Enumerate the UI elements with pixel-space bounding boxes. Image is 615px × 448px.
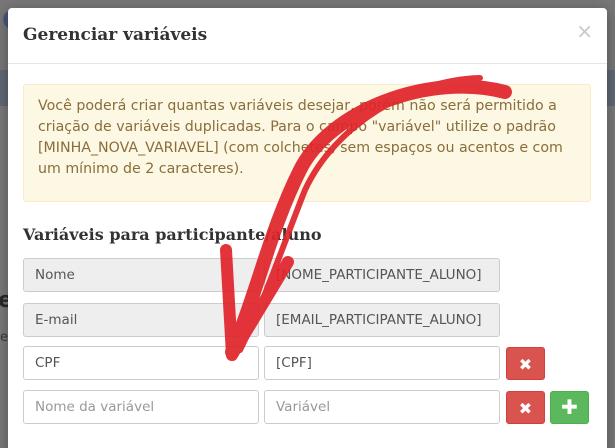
clear-new-variable-button[interactable]: ✖ — [506, 391, 545, 424]
info-alert: Você poderá criar quantas variáveis dese… — [23, 84, 591, 202]
section-title: Variáveis para participante/aluno — [23, 225, 322, 244]
modal-header: Gerenciar variáveis × — [8, 8, 607, 64]
new-variable-name-input[interactable]: Nome da variável — [23, 390, 259, 424]
close-icon[interactable]: × — [576, 19, 593, 43]
delete-icon: ✖ — [518, 399, 533, 418]
variable-row-nome: Nome [NOME_PARTICIPANTE_ALUNO] — [23, 258, 603, 292]
variable-name-field: E-mail — [23, 303, 259, 337]
variable-name-field: Nome — [23, 258, 259, 292]
delete-icon: ✖ — [518, 355, 533, 374]
delete-variable-button[interactable]: ✖ — [506, 347, 545, 380]
plus-icon: ✚ — [561, 395, 578, 419]
alert-text: Você poderá criar quantas variáveis dese… — [38, 98, 563, 177]
add-variable-button[interactable]: ✚ — [550, 391, 589, 424]
variable-row-cpf: CPF [CPF] ✖ — [23, 346, 603, 380]
variable-value-field: [NOME_PARTICIPANTE_ALUNO] — [264, 258, 500, 292]
variable-value-field: [EMAIL_PARTICIPANTE_ALUNO] — [264, 303, 500, 337]
modal-title: Gerenciar variáveis — [23, 25, 208, 45]
background-text: e — [0, 330, 8, 345]
variable-value-input[interactable]: [CPF] — [264, 346, 500, 380]
new-variable-row: Nome da variável Variável ✖ ✚ — [23, 390, 603, 424]
manage-variables-modal: Gerenciar variáveis × Você poderá criar … — [8, 8, 607, 448]
variable-row-email: E-mail [EMAIL_PARTICIPANTE_ALUNO] — [23, 303, 603, 337]
new-variable-value-input[interactable]: Variável — [264, 390, 500, 424]
variable-name-input[interactable]: CPF — [23, 346, 259, 380]
